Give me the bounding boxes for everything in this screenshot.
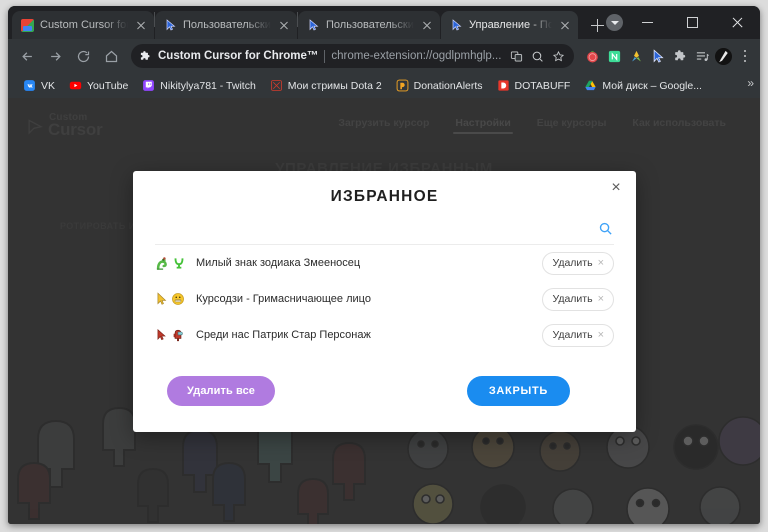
- tab-close-icon[interactable]: [277, 18, 291, 32]
- list-item[interactable]: Милый знак зодиака Змееносец Удалить ×: [155, 245, 614, 281]
- favorites-modal: × ИЗБРАННОЕ Милый знак зодиака Змееносец: [133, 171, 636, 432]
- extension-puzzle-icon: [139, 50, 152, 63]
- favorites-list: Милый знак зодиака Змееносец Удалить × К…: [155, 245, 614, 353]
- modal-actions: Удалить все ЗАКРЫТЬ: [133, 376, 636, 432]
- window-minimize-button[interactable]: [625, 6, 670, 39]
- browser-toolbar: Custom Cursor for Chrome™ chrome-extensi…: [8, 39, 760, 73]
- notion-icon[interactable]: [605, 47, 623, 65]
- yellow-grimace-cursor-icon: [155, 289, 187, 309]
- site-name-label: Custom Cursor for Chrome™: [158, 50, 319, 62]
- bookmark-item[interactable]: VK: [16, 77, 62, 94]
- profile-avatar[interactable]: [715, 47, 732, 65]
- custom-cursor-icon: [164, 19, 177, 32]
- bookmarks-overflow-icon[interactable]: »: [747, 77, 754, 89]
- tab-title: Управление - Поль: [469, 19, 552, 31]
- screenshot-root: Custom Cursor for C Пользовательский Пол…: [0, 0, 768, 532]
- puzzle-extensions-icon[interactable]: [671, 47, 689, 65]
- browser-tab-3[interactable]: Пользовательский: [298, 11, 440, 39]
- reload-icon[interactable]: [70, 43, 96, 69]
- tab-search-icon[interactable]: [606, 14, 623, 31]
- delete-label: Удалить: [552, 293, 593, 305]
- window-controls: [625, 6, 760, 39]
- bookmark-item[interactable]: DOTABUFF: [490, 77, 578, 94]
- bookmark-item[interactable]: DonationAlerts: [389, 77, 490, 94]
- tab-close-icon[interactable]: [558, 18, 572, 32]
- custom-cursor-icon[interactable]: [649, 47, 667, 65]
- delete-button[interactable]: Удалить ×: [542, 251, 614, 275]
- extension-icons: [581, 46, 754, 66]
- browser-window: Custom Cursor for C Пользовательский Пол…: [8, 6, 760, 524]
- address-bar[interactable]: Custom Cursor for Chrome™ chrome-extensi…: [131, 44, 574, 68]
- forward-icon[interactable]: [42, 43, 68, 69]
- bookmark-label: Nikitylya781 - Twitch: [160, 79, 256, 92]
- bookmark-label: YouTube: [87, 79, 129, 92]
- bookmark-label: Мои стримы Dota 2: [287, 79, 382, 92]
- green-snake-cursor-icon: [155, 253, 187, 273]
- youtube-icon: [69, 79, 82, 92]
- google-drive-icon: [584, 79, 597, 92]
- favorite-name: Курсодзи - Гримасничающее лицо: [196, 293, 371, 305]
- bookmark-item[interactable]: YouTube: [62, 77, 135, 94]
- bookmark-star-icon[interactable]: [551, 49, 566, 64]
- delete-label: Удалить: [552, 257, 593, 269]
- playlist-icon[interactable]: [693, 47, 711, 65]
- bookmarks-bar: VK YouTube Nikitylya781 - Twitch Мои стр…: [8, 73, 760, 98]
- chrome-web-store-icon: [21, 18, 34, 32]
- close-icon[interactable]: ×: [607, 180, 625, 198]
- vk-icon: [23, 79, 36, 92]
- delete-x-icon: ×: [597, 328, 604, 341]
- bookmark-label: Мой диск – Google...: [602, 79, 702, 92]
- dota-icon: [270, 79, 283, 92]
- bookmark-item[interactable]: Мой диск – Google...: [577, 77, 709, 94]
- delete-x-icon: ×: [597, 292, 604, 305]
- favorite-name: Среди нас Патрик Стар Персонаж: [196, 329, 371, 341]
- delete-x-icon: ×: [597, 256, 604, 269]
- modal-search-row: [155, 220, 614, 245]
- red-amongus-cursor-icon: [155, 325, 187, 345]
- url-text: chrome-extension://ogdlpmhglp...: [331, 50, 502, 62]
- tab-title: Пользовательский: [326, 19, 414, 31]
- search-icon[interactable]: [597, 220, 614, 237]
- tab-close-icon[interactable]: [134, 18, 148, 32]
- custom-cursor-icon: [450, 19, 463, 32]
- bookmark-item[interactable]: Nikitylya781 - Twitch: [135, 77, 263, 94]
- bookmark-label: DonationAlerts: [413, 79, 483, 92]
- translate-icon[interactable]: [509, 49, 524, 64]
- tab-title: Пользовательский: [183, 19, 271, 31]
- favorite-name: Милый знак зодиака Змееносец: [196, 257, 361, 269]
- color-picker-icon[interactable]: [627, 47, 645, 65]
- list-item[interactable]: Среди нас Патрик Стар Персонаж Удалить ×: [155, 317, 614, 353]
- close-button[interactable]: ЗАКРЫТЬ: [466, 376, 570, 406]
- modal-title: ИЗБРАННОЕ: [330, 188, 439, 205]
- omnibox-divider: [324, 49, 326, 63]
- window-close-button[interactable]: [715, 6, 760, 39]
- delete-all-button[interactable]: Удалить все: [167, 376, 276, 406]
- tab-close-icon[interactable]: [420, 18, 434, 32]
- web-page: Custom Cursor Загрузить курсор Настройки…: [8, 98, 760, 524]
- twitch-icon: [142, 79, 155, 92]
- list-item[interactable]: Курсодзи - Гримасничающее лицо Удалить ×: [155, 281, 614, 317]
- bookmark-item[interactable]: Мои стримы Dota 2: [263, 77, 389, 94]
- donationalerts-icon: [396, 79, 409, 92]
- bookmark-label: VK: [41, 79, 56, 92]
- browser-tab-1[interactable]: Custom Cursor for C: [12, 11, 154, 39]
- custom-cursor-icon: [307, 19, 320, 32]
- delete-button[interactable]: Удалить ×: [542, 323, 614, 347]
- bookmark-label: DOTABUFF: [514, 79, 571, 92]
- home-icon[interactable]: [98, 43, 124, 69]
- back-icon[interactable]: [14, 43, 40, 69]
- browser-tab-4-active[interactable]: Управление - Поль: [441, 11, 578, 39]
- window-maximize-button[interactable]: [670, 6, 715, 39]
- tomato-timer-icon[interactable]: [583, 47, 601, 65]
- delete-button[interactable]: Удалить ×: [542, 287, 614, 311]
- dotabuff-icon: [497, 79, 510, 92]
- chrome-menu-icon[interactable]: [736, 46, 754, 66]
- delete-label: Удалить: [552, 329, 593, 341]
- zoom-icon[interactable]: [530, 49, 545, 64]
- tab-title: Custom Cursor for C: [40, 19, 128, 31]
- browser-tab-2[interactable]: Пользовательский: [155, 11, 297, 39]
- tab-strip: Custom Cursor for C Пользовательский Пол…: [8, 6, 760, 39]
